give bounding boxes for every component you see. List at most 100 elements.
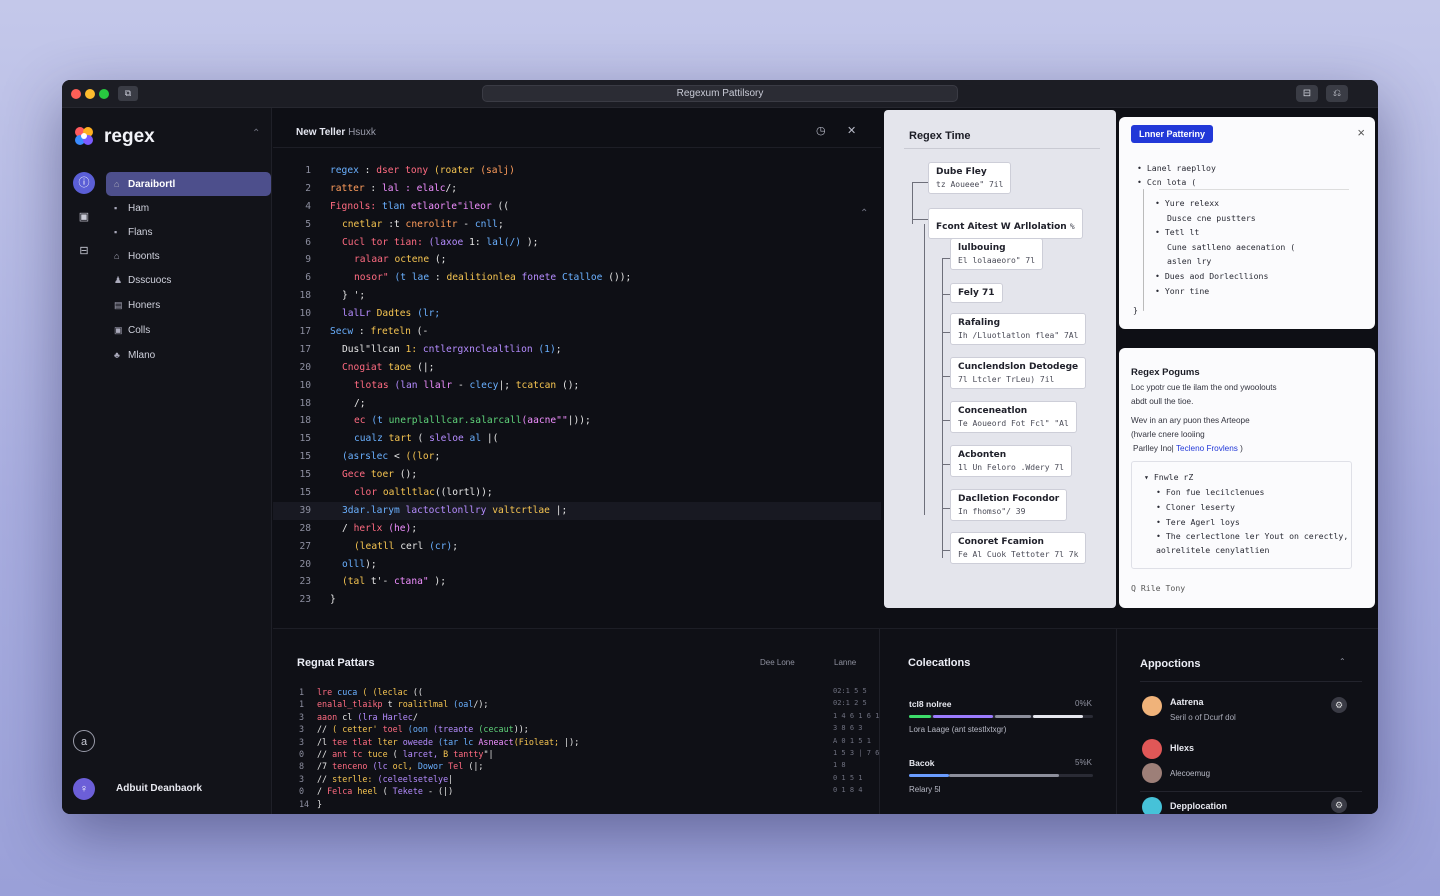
code-line[interactable]: 6 nosor" (t lae : dealitionlea fonete Cta… xyxy=(273,269,881,287)
linter-pattern-button[interactable]: Lnner Patteriny xyxy=(1131,125,1214,143)
code-line[interactable]: 17 Dusl"llcan 1: cntlergxnclealtlion (1); xyxy=(273,341,881,359)
address-bar[interactable]: Regexum Pattilsory xyxy=(482,85,958,102)
sidebar-item-ham[interactable]: ▪ Ham xyxy=(106,196,271,220)
code-line[interactable]: 20 olll); xyxy=(273,556,881,574)
tree-node[interactable]: Fely 71 xyxy=(950,283,1003,303)
code-line[interactable]: 20 Cnogiat taoe (|; xyxy=(273,359,881,377)
tree-node[interactable]: Conceneatlon Te Aoueord Fot Fcl" "Al xyxy=(950,401,1077,433)
regex-pattern-line[interactable]: lre cuca ( (leclac (( xyxy=(317,687,423,697)
regex-pattern-line[interactable]: aaon cl (lra Harlec/ xyxy=(317,712,418,722)
code-line[interactable]: 17 Secw : freteln (- xyxy=(273,323,881,341)
code-token: 3dar.larym xyxy=(342,504,406,516)
chevron-up-icon[interactable]: ⌃ xyxy=(1339,657,1346,666)
regex-pattern-line[interactable]: /l tee tlat lter oweede (tar lc Asneact(… xyxy=(317,737,579,747)
history-icon[interactable]: ◷ xyxy=(816,124,826,137)
column-header[interactable]: Lanne xyxy=(834,658,856,667)
line-number: 2 xyxy=(305,182,311,194)
app-window: ⧉ Regexum Pattilsory ⊟ ⎌ regex ⌃ ⓘ ▣ ⊟ a… xyxy=(62,80,1378,814)
code-line[interactable]: 10 lalLr Dadtes (lr; xyxy=(273,305,881,323)
code-text: tlotas (lan llalr - clecy|; tcatcan (); xyxy=(354,377,579,395)
tree-node[interactable]: Rafaling Ih /Lluotlatlon flea" 7Al xyxy=(950,313,1087,345)
share-icon[interactable]: ⊟ xyxy=(1296,85,1318,102)
person-name[interactable]: Depplocation xyxy=(1170,801,1227,811)
tree-node[interactable]: Daclletion Focondor In fhomso"/ 39 xyxy=(950,489,1068,521)
list-icon: ▤ xyxy=(114,300,123,310)
settings-icon[interactable]: ⚙ xyxy=(1331,797,1347,813)
code-line[interactable]: 15 cualz tart ( sleloe al |( xyxy=(273,430,881,448)
code-line[interactable]: 10 tlotas (lan llalr - clecy|; tcatcan ()… xyxy=(273,377,881,395)
tree-node[interactable]: Cunclendslon Detodege 7l Ltcler TrLeu) 7i… xyxy=(950,357,1087,389)
code-line[interactable]: 18 ec (t unerplalllcar.salarcall(aacne""|… xyxy=(273,412,881,430)
code-line[interactable]: 18} '; xyxy=(273,287,881,305)
regex-pattern-line[interactable]: // sterlle: (celeelsetelye| xyxy=(317,774,453,784)
tree-node[interactable]: Fcont Aitest W Arllolation % xyxy=(928,208,1083,239)
chevron-up-icon[interactable]: ⌃ xyxy=(252,128,260,139)
sidebar-toggle-icon[interactable]: ⧉ xyxy=(118,86,138,101)
code-line[interactable]: 39 3dar.larym lactoctlonllry valtcrtlae |… xyxy=(273,501,881,520)
code-line[interactable]: 4 Fignols: tlan etlaorle"ileor (( xyxy=(273,198,881,216)
help-footer[interactable]: Q Rile Tony xyxy=(1131,583,1185,593)
avatar[interactable] xyxy=(1142,797,1162,814)
settings-icon[interactable]: ⚙ xyxy=(1331,697,1347,713)
regex-pattern-line[interactable]: // ( cetter' toel (oon (treaote (cecaut)… xyxy=(317,724,529,734)
close-window-button[interactable] xyxy=(71,89,81,99)
help-link[interactable]: Tecleno Frovlens xyxy=(1176,444,1238,453)
code-line[interactable]: 27 (leatll cerl (cr); xyxy=(273,538,881,556)
code-token: (tal xyxy=(342,576,371,588)
tree-node[interactable]: Conoret Fcamion Fe Al Cuok Tettoter 7l 7k xyxy=(950,532,1087,564)
linter-line: • Lanel raeplloy xyxy=(1137,163,1216,173)
tree-node[interactable]: Acbonten 1l Un Feloro .Wdery 7l xyxy=(950,445,1072,477)
sidebar-item-colls[interactable]: ▣ Colls xyxy=(106,318,271,342)
code-line[interactable]: 9 ralaar octene (; xyxy=(273,251,881,269)
person-name[interactable]: Hlexs xyxy=(1170,743,1194,753)
tree-node[interactable]: lulbouing El lolaaeoro" 7l xyxy=(950,238,1044,270)
sidebar-item-mlano[interactable]: ♣ Mlano xyxy=(106,343,271,367)
sidebar-item-hoonts[interactable]: ⌂ Hoonts xyxy=(106,244,271,268)
avatar[interactable] xyxy=(1142,696,1162,716)
minimize-window-button[interactable] xyxy=(85,89,95,99)
avatar[interactable] xyxy=(1142,739,1162,759)
sidebar-item-flans[interactable]: ▪ Flans xyxy=(106,220,271,244)
close-icon[interactable]: ✕ xyxy=(847,124,856,137)
sidebar-item-dsscuocs[interactable]: ♟ Dsscuocs xyxy=(106,268,271,292)
user-name[interactable]: Adbuit Deanbaork xyxy=(116,783,202,794)
regex-pattern-line[interactable]: } xyxy=(317,799,322,809)
regex-pattern-line[interactable]: enalal_tlaikp t roalitlmal (oal/); xyxy=(317,699,488,709)
tree-node[interactable]: Dube Fley tz Aoueee" 7il xyxy=(928,162,1012,194)
code-line[interactable]: 15 Gece toer (); xyxy=(273,466,881,484)
rail-layout-icon[interactable]: ▣ xyxy=(73,206,95,228)
line-number: 23 xyxy=(299,576,311,588)
sidebar-item-honers[interactable]: ▤ Honers xyxy=(106,293,271,317)
editor-tab[interactable]: New Teller Hsuxk xyxy=(296,127,376,138)
tree-line[interactable]: ▾ Fnwle rZ xyxy=(1144,472,1193,482)
code-token: (|; xyxy=(417,361,435,373)
code-line[interactable]: 23} xyxy=(273,591,881,609)
rail-account-icon[interactable]: a xyxy=(73,730,95,752)
code-line[interactable]: 23 (tal t'- ctana" ); xyxy=(273,573,881,591)
sidebar-item-dashboard[interactable]: ⌂ Daraibortl xyxy=(106,172,271,196)
code-token: (cecaut xyxy=(478,724,514,735)
code-line[interactable]: 6 Cucl tor tian: (laxoe 1: lal(/) ); xyxy=(273,234,881,252)
code-line[interactable]: 1 regex : dser tony (roater (salj) xyxy=(273,162,881,180)
user-avatar[interactable]: ♀ xyxy=(73,778,95,800)
tabs-icon[interactable]: ⎌ xyxy=(1326,85,1348,102)
close-icon[interactable]: × xyxy=(1357,125,1365,140)
code-line[interactable]: 5 cnetlar :t cnerolitr - cnll; xyxy=(273,216,881,234)
person-name[interactable]: Aatrena xyxy=(1170,697,1204,707)
code-line[interactable]: 18 /; xyxy=(273,395,881,413)
rail-home-icon[interactable]: ⓘ xyxy=(73,172,95,194)
avatar[interactable] xyxy=(1142,763,1162,783)
code-line[interactable]: 28 / herlx (he); xyxy=(273,520,881,538)
zoom-window-button[interactable] xyxy=(99,89,109,99)
column-header[interactable]: Dee Lone xyxy=(760,658,795,667)
person-name[interactable]: Alecoemug xyxy=(1170,769,1210,778)
rail-box-icon[interactable]: ⊟ xyxy=(73,240,95,262)
code-line[interactable]: 15 (asrslec < ((lor; xyxy=(273,448,881,466)
code-editor[interactable]: New Teller Hsuxk ◷ ✕ ⌃ 1 regex : dser ton… xyxy=(273,108,881,626)
code-line[interactable]: 2 ratter : lal : elalc/; xyxy=(273,180,881,198)
regex-pattern-line[interactable]: /7 tenceno (lc ocl, Dowor Tel (|; xyxy=(317,761,483,771)
code-line[interactable]: 15 clor oaltltlac((lortl)); xyxy=(273,484,881,502)
regex-pattern-line[interactable]: / Felca heel ( Tekete - (|) xyxy=(317,786,453,796)
code-token: ocl, xyxy=(392,761,418,772)
regex-pattern-line[interactable]: // ant tc tuce ( larcet, B tantty"| xyxy=(317,749,494,759)
